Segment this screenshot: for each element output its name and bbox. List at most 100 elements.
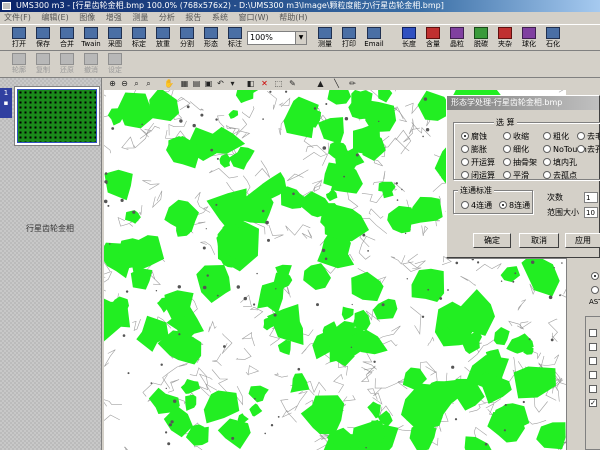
count-input[interactable]: 1: [584, 192, 598, 203]
option-4-connected[interactable]: 4连通: [461, 201, 492, 211]
image-thumbnail[interactable]: [14, 86, 100, 146]
delete-icon[interactable]: ✕: [260, 79, 269, 88]
side-radio-2[interactable]: [591, 286, 599, 294]
open-folder-icon: [12, 27, 26, 39]
menu-image[interactable]: 图像: [75, 12, 99, 24]
connectivity-group-label: 连通标准: [458, 186, 494, 195]
inclusion-button[interactable]: 夹杂: [494, 26, 516, 50]
thumbnail-index: 1 ▪: [0, 88, 12, 118]
settings-button[interactable]: 设定: [104, 52, 126, 76]
merge-button[interactable]: 合并: [56, 26, 78, 50]
option-remove-holes[interactable]: 去孔: [577, 145, 600, 155]
copy-icon: [36, 53, 50, 65]
side-check-5[interactable]: [589, 385, 597, 393]
annotate-button[interactable]: 标注: [224, 26, 246, 50]
outline-icon: [12, 53, 26, 65]
option-remove-isolated[interactable]: 去孤点: [543, 171, 577, 181]
option-erode[interactable]: 腐蚀: [461, 132, 487, 142]
outline-button[interactable]: 轮廓: [8, 52, 30, 76]
side-check-2[interactable]: [589, 343, 597, 351]
undo-arrow-icon[interactable]: ↶: [216, 79, 225, 88]
ok-button[interactable]: 确定: [473, 233, 511, 248]
print-button[interactable]: 打印: [338, 26, 360, 50]
pencil-icon[interactable]: ✏: [348, 79, 357, 88]
line-tool-icon[interactable]: ╲: [332, 79, 341, 88]
morphology-icon: [204, 27, 218, 39]
option-thin[interactable]: 细化: [503, 145, 529, 155]
restore-button[interactable]: 还原: [56, 52, 78, 76]
option-dilate[interactable]: 膨胀: [461, 145, 487, 155]
undo-button[interactable]: 撤消: [80, 52, 102, 76]
zoom-select[interactable]: 100% ▼: [247, 31, 307, 45]
content-button[interactable]: 含量: [422, 26, 444, 50]
option-close[interactable]: 闭运算: [461, 171, 495, 181]
menu-help[interactable]: 帮助(H): [275, 12, 311, 24]
option-fill-holes[interactable]: 填内孔: [543, 158, 577, 168]
option-thicken[interactable]: 粗化: [543, 132, 569, 142]
measure-button[interactable]: 测量: [314, 26, 336, 50]
menu-enhance[interactable]: 增强: [102, 12, 126, 24]
save-button[interactable]: 保存: [32, 26, 54, 50]
color-icon[interactable]: ◧: [246, 79, 255, 88]
open-button[interactable]: 打开: [8, 26, 30, 50]
app-icon: [2, 2, 11, 10]
graphite-button[interactable]: 石化: [542, 26, 564, 50]
select-icon[interactable]: ⬚: [274, 79, 283, 88]
range-input[interactable]: 10: [584, 207, 598, 218]
zoom-out-icon[interactable]: ⊖: [120, 79, 129, 88]
apply-button[interactable]: 应用: [565, 233, 600, 248]
zoom-in-icon[interactable]: ⊕: [108, 79, 117, 88]
calibrate-button[interactable]: 标定: [128, 26, 150, 50]
menu-report[interactable]: 报告: [181, 12, 205, 24]
option-skeleton[interactable]: 抽骨架: [503, 158, 537, 168]
decarburize-button[interactable]: 脱碳: [470, 26, 492, 50]
title-bar: UMS300 m3 - [行星齿轮金相.bmp 100.0% (768x576x…: [0, 0, 600, 12]
side-check-4[interactable]: [589, 371, 597, 379]
menu-window[interactable]: 窗口(W): [235, 12, 273, 24]
copy-button[interactable]: 复制: [32, 52, 54, 76]
side-check-3[interactable]: [589, 357, 597, 365]
option-deburr[interactable]: 去毛刺: [577, 132, 600, 142]
frame-icon[interactable]: ▣: [204, 79, 213, 88]
menu-system[interactable]: 系统: [208, 12, 232, 24]
spheroid-button[interactable]: 球化: [518, 26, 540, 50]
morphology-button[interactable]: 形态: [200, 26, 222, 50]
side-radio-1[interactable]: [591, 272, 599, 280]
option-open[interactable]: 开运算: [461, 158, 495, 168]
grid-icon[interactable]: ▦: [180, 79, 189, 88]
side-check-6[interactable]: ✓: [589, 399, 597, 407]
length-button[interactable]: 长度: [398, 26, 420, 50]
layout-icon[interactable]: ▤: [192, 79, 201, 88]
twain-button[interactable]: Twain: [80, 26, 102, 50]
restore-icon: [60, 53, 74, 65]
pan-icon[interactable]: ✋: [164, 79, 174, 88]
cancel-button[interactable]: 取消: [519, 233, 559, 248]
zoom-actual-icon[interactable]: ⌕: [144, 79, 153, 88]
segment-button[interactable]: 分割: [176, 26, 198, 50]
option-shrink[interactable]: 收缩: [503, 132, 529, 142]
capture-button[interactable]: 采图: [104, 26, 126, 50]
option-smooth[interactable]: 平滑: [503, 171, 529, 181]
zoom-fit-icon[interactable]: ⌕: [132, 79, 141, 88]
secondary-toolbar: 轮廓 复制 还原 撤消 设定: [0, 51, 600, 78]
lock-icon[interactable]: ▲: [316, 79, 325, 88]
view-toolbar: ⊕ ⊖ ⌕ ⌕ ✋ ▦ ▤ ▣ ↶ ▾ ◧ ✕ ⬚ ✎ ▲ ╲ ✏: [104, 78, 600, 90]
side-check-1[interactable]: [589, 329, 597, 337]
dialog-title: 形态学处理-行星齿轮金相.bmp: [447, 96, 599, 110]
settings-icon: [108, 53, 122, 65]
draw-icon[interactable]: ✎: [288, 79, 297, 88]
chevron-down-icon[interactable]: ▼: [295, 32, 306, 44]
zoom-button[interactable]: 放重: [152, 26, 174, 50]
option-8-connected[interactable]: 8连通: [499, 201, 530, 211]
menu-edit[interactable]: 编辑(E): [37, 12, 72, 24]
menu-file[interactable]: 文件(F): [0, 12, 35, 24]
grain-button[interactable]: 晶粒: [446, 26, 468, 50]
segment-icon: [180, 27, 194, 39]
decarburize-icon: [474, 27, 488, 39]
thumbnail-panel: 1 ▪ 行星齿轮金相: [0, 78, 102, 450]
menu-measure[interactable]: 测量: [128, 12, 152, 24]
dropdown-icon[interactable]: ▾: [228, 79, 237, 88]
email-button[interactable]: Email: [362, 26, 386, 50]
menu-analysis[interactable]: 分析: [155, 12, 179, 24]
twain-scanner-icon: [84, 27, 98, 39]
